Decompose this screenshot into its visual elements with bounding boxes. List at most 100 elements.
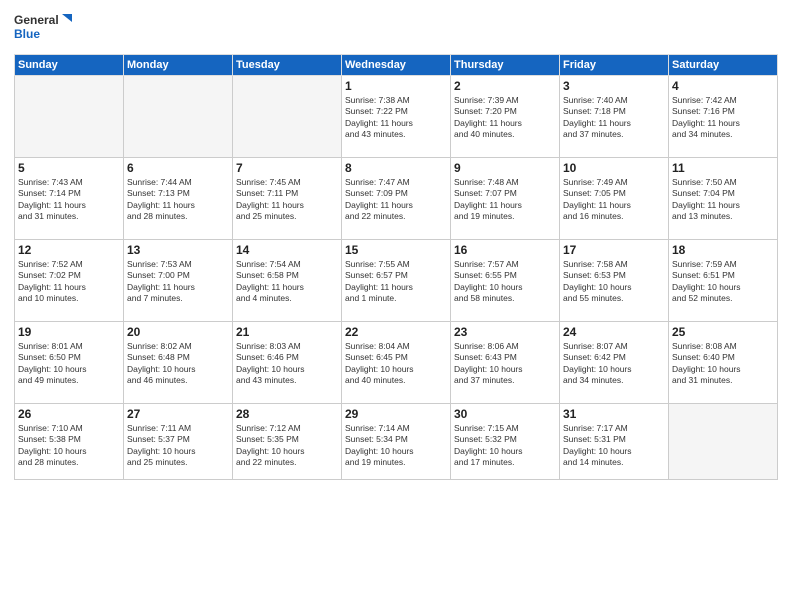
day-number: 25 — [672, 325, 774, 339]
day-info: Sunrise: 7:44 AM Sunset: 7:13 PM Dayligh… — [127, 177, 229, 223]
day-info: Sunrise: 7:45 AM Sunset: 7:11 PM Dayligh… — [236, 177, 338, 223]
calendar-cell: 13 Sunrise: 7:53 AM Sunset: 7:00 PM Dayli… — [124, 240, 233, 322]
page-container: General Blue SundayMondayTuesdayWednesda… — [0, 0, 792, 612]
day-number: 11 — [672, 161, 774, 175]
day-info: Sunrise: 7:58 AM Sunset: 6:53 PM Dayligh… — [563, 259, 665, 305]
calendar-cell: 9 Sunrise: 7:48 AM Sunset: 7:07 PM Daylig… — [451, 158, 560, 240]
day-info: Sunrise: 8:02 AM Sunset: 6:48 PM Dayligh… — [127, 341, 229, 387]
day-info: Sunrise: 7:48 AM Sunset: 7:07 PM Dayligh… — [454, 177, 556, 223]
day-info: Sunrise: 7:57 AM Sunset: 6:55 PM Dayligh… — [454, 259, 556, 305]
day-info: Sunrise: 7:52 AM Sunset: 7:02 PM Dayligh… — [18, 259, 120, 305]
calendar-cell: 16Sunrise: 7:57 AM Sunset: 6:55 PM Dayli… — [451, 240, 560, 322]
calendar-week-row: 1 Sunrise: 7:38 AM Sunset: 7:22 PM Daylig… — [15, 76, 778, 158]
day-info: Sunrise: 8:08 AM Sunset: 6:40 PM Dayligh… — [672, 341, 774, 387]
day-number: 21 — [236, 325, 338, 339]
day-number: 10 — [563, 161, 665, 175]
day-info: Sunrise: 7:50 AM Sunset: 7:04 PM Dayligh… — [672, 177, 774, 223]
day-number: 6 — [127, 161, 229, 175]
day-number: 4 — [672, 79, 774, 93]
calendar-cell — [233, 76, 342, 158]
svg-text:General: General — [14, 13, 59, 27]
calendar-cell: 20Sunrise: 8:02 AM Sunset: 6:48 PM Dayli… — [124, 322, 233, 404]
calendar-week-row: 5Sunrise: 7:43 AM Sunset: 7:14 PM Daylig… — [15, 158, 778, 240]
day-number: 24 — [563, 325, 665, 339]
logo-svg: General Blue — [14, 10, 74, 46]
calendar-table: SundayMondayTuesdayWednesdayThursdayFrid… — [14, 54, 778, 480]
day-number: 19 — [18, 325, 120, 339]
calendar-cell: 19 Sunrise: 8:01 AM Sunset: 6:50 PM Dayli… — [15, 322, 124, 404]
day-info: Sunrise: 7:55 AM Sunset: 6:57 PM Dayligh… — [345, 259, 447, 305]
day-info: Sunrise: 7:40 AM Sunset: 7:18 PM Dayligh… — [563, 95, 665, 141]
day-info: Sunrise: 7:59 AM Sunset: 6:51 PM Dayligh… — [672, 259, 774, 305]
calendar-cell: 2Sunrise: 7:39 AM Sunset: 7:20 PM Daylig… — [451, 76, 560, 158]
weekday-header-monday: Monday — [124, 55, 233, 76]
calendar-cell: 12 Sunrise: 7:52 AM Sunset: 7:02 PM Dayli… — [15, 240, 124, 322]
header: General Blue — [14, 10, 778, 46]
weekday-header-friday: Friday — [560, 55, 669, 76]
day-number: 9 — [454, 161, 556, 175]
calendar-cell: 4 Sunrise: 7:42 AM Sunset: 7:16 PM Daylig… — [669, 76, 778, 158]
weekday-header-thursday: Thursday — [451, 55, 560, 76]
calendar-cell: 18 Sunrise: 7:59 AM Sunset: 6:51 PM Dayli… — [669, 240, 778, 322]
logo: General Blue — [14, 10, 74, 46]
day-number: 3 — [563, 79, 665, 93]
day-number: 14 — [236, 243, 338, 257]
day-info: Sunrise: 7:38 AM Sunset: 7:22 PM Dayligh… — [345, 95, 447, 141]
day-number: 12 — [18, 243, 120, 257]
calendar-cell: 14 Sunrise: 7:54 AM Sunset: 6:58 PM Dayli… — [233, 240, 342, 322]
day-info: Sunrise: 8:01 AM Sunset: 6:50 PM Dayligh… — [18, 341, 120, 387]
day-info: Sunrise: 7:11 AM Sunset: 5:37 PM Dayligh… — [127, 423, 229, 469]
day-number: 28 — [236, 407, 338, 421]
calendar-cell — [15, 76, 124, 158]
weekday-header-tuesday: Tuesday — [233, 55, 342, 76]
day-number: 29 — [345, 407, 447, 421]
day-info: Sunrise: 8:07 AM Sunset: 6:42 PM Dayligh… — [563, 341, 665, 387]
day-info: Sunrise: 7:17 AM Sunset: 5:31 PM Dayligh… — [563, 423, 665, 469]
day-info: Sunrise: 8:06 AM Sunset: 6:43 PM Dayligh… — [454, 341, 556, 387]
day-number: 17 — [563, 243, 665, 257]
day-number: 18 — [672, 243, 774, 257]
calendar-cell: 26 Sunrise: 7:10 AM Sunset: 5:38 PM Dayli… — [15, 404, 124, 480]
day-number: 15 — [345, 243, 447, 257]
calendar-cell: 15 Sunrise: 7:55 AM Sunset: 6:57 PM Dayli… — [342, 240, 451, 322]
day-number: 31 — [563, 407, 665, 421]
calendar-cell: 11 Sunrise: 7:50 AM Sunset: 7:04 PM Dayli… — [669, 158, 778, 240]
day-info: Sunrise: 8:04 AM Sunset: 6:45 PM Dayligh… — [345, 341, 447, 387]
weekday-header-saturday: Saturday — [669, 55, 778, 76]
day-info: Sunrise: 7:49 AM Sunset: 7:05 PM Dayligh… — [563, 177, 665, 223]
calendar-cell — [124, 76, 233, 158]
day-info: Sunrise: 7:10 AM Sunset: 5:38 PM Dayligh… — [18, 423, 120, 469]
calendar-week-row: 12 Sunrise: 7:52 AM Sunset: 7:02 PM Dayli… — [15, 240, 778, 322]
day-number: 13 — [127, 243, 229, 257]
calendar-cell: 10 Sunrise: 7:49 AM Sunset: 7:05 PM Dayli… — [560, 158, 669, 240]
day-number: 2 — [454, 79, 556, 93]
day-number: 23 — [454, 325, 556, 339]
day-info: Sunrise: 7:42 AM Sunset: 7:16 PM Dayligh… — [672, 95, 774, 141]
day-info: Sunrise: 7:12 AM Sunset: 5:35 PM Dayligh… — [236, 423, 338, 469]
day-info: Sunrise: 7:15 AM Sunset: 5:32 PM Dayligh… — [454, 423, 556, 469]
day-info: Sunrise: 7:54 AM Sunset: 6:58 PM Dayligh… — [236, 259, 338, 305]
day-info: Sunrise: 7:47 AM Sunset: 7:09 PM Dayligh… — [345, 177, 447, 223]
day-number: 7 — [236, 161, 338, 175]
calendar-cell: 30Sunrise: 7:15 AM Sunset: 5:32 PM Dayli… — [451, 404, 560, 480]
calendar-cell: 29 Sunrise: 7:14 AM Sunset: 5:34 PM Dayli… — [342, 404, 451, 480]
calendar-cell: 27Sunrise: 7:11 AM Sunset: 5:37 PM Dayli… — [124, 404, 233, 480]
calendar-week-row: 19 Sunrise: 8:01 AM Sunset: 6:50 PM Dayli… — [15, 322, 778, 404]
day-info: Sunrise: 7:53 AM Sunset: 7:00 PM Dayligh… — [127, 259, 229, 305]
weekday-header-wednesday: Wednesday — [342, 55, 451, 76]
calendar-cell: 21Sunrise: 8:03 AM Sunset: 6:46 PM Dayli… — [233, 322, 342, 404]
weekday-header-row: SundayMondayTuesdayWednesdayThursdayFrid… — [15, 55, 778, 76]
day-number: 22 — [345, 325, 447, 339]
calendar-cell: 5Sunrise: 7:43 AM Sunset: 7:14 PM Daylig… — [15, 158, 124, 240]
day-number: 8 — [345, 161, 447, 175]
calendar-cell: 1 Sunrise: 7:38 AM Sunset: 7:22 PM Daylig… — [342, 76, 451, 158]
calendar-cell: 8 Sunrise: 7:47 AM Sunset: 7:09 PM Daylig… — [342, 158, 451, 240]
calendar-cell: 31 Sunrise: 7:17 AM Sunset: 5:31 PM Dayli… — [560, 404, 669, 480]
day-number: 26 — [18, 407, 120, 421]
calendar-cell: 7 Sunrise: 7:45 AM Sunset: 7:11 PM Daylig… — [233, 158, 342, 240]
calendar-cell: 28 Sunrise: 7:12 AM Sunset: 5:35 PM Dayli… — [233, 404, 342, 480]
weekday-header-sunday: Sunday — [15, 55, 124, 76]
day-info: Sunrise: 7:14 AM Sunset: 5:34 PM Dayligh… — [345, 423, 447, 469]
day-number: 5 — [18, 161, 120, 175]
day-number: 1 — [345, 79, 447, 93]
